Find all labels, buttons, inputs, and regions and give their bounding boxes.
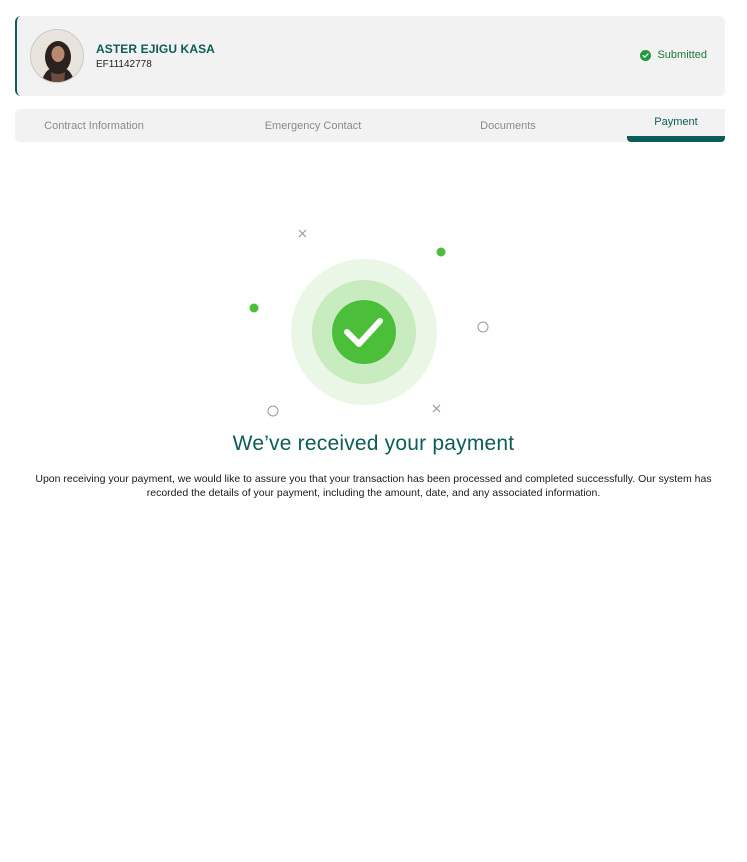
tab-emergency-contact[interactable]: Emergency Contact: [233, 109, 393, 142]
check-icon: [344, 318, 383, 347]
ring-decor: [477, 321, 489, 333]
ring-decor: [267, 405, 279, 417]
profile-card: ASTER EJIGU KASA EF11142778 Submitted: [15, 16, 725, 96]
confirmation-description: Upon receiving your payment, we would li…: [35, 473, 712, 499]
confirmation-title: We’ve received your payment: [232, 432, 515, 455]
avatar: [30, 29, 84, 83]
status-label: Submitted: [657, 49, 707, 61]
check-icon-circle: [332, 300, 396, 364]
cross-decor: [298, 229, 307, 238]
tab-payment[interactable]: Payment: [627, 109, 725, 142]
check-circle-icon: [640, 49, 652, 61]
green-dot-decor: [436, 247, 446, 257]
status-badge: Submitted: [640, 49, 707, 61]
tab-bar: Contract Information Emergency Contact D…: [15, 109, 725, 142]
green-dot-decor: [249, 303, 259, 313]
cross-decor: [432, 404, 441, 413]
employee-id: EF11142778: [96, 59, 152, 70]
avatar-photo: [31, 30, 83, 82]
tab-documents[interactable]: Documents: [458, 109, 558, 142]
employee-name: ASTER EJIGU KASA: [96, 42, 215, 56]
tab-contract-information[interactable]: Contract Information: [15, 109, 173, 142]
outer-ring: [291, 259, 437, 405]
middle-ring: [312, 280, 416, 384]
